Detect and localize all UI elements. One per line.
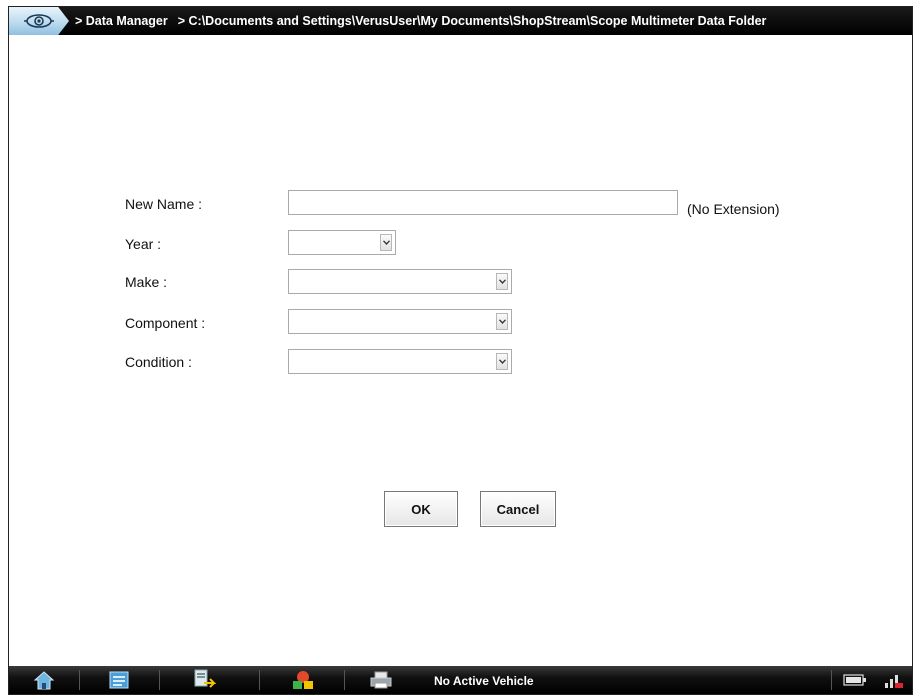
cancel-button[interactable]: Cancel [480, 491, 556, 527]
toolbar-list-button[interactable] [89, 666, 149, 694]
chevron-down-icon [382, 240, 390, 245]
component-dropdown-arrow[interactable] [496, 313, 508, 330]
tools-icon [293, 671, 313, 689]
new-name-label: New Name : [125, 196, 203, 212]
toolbar-separator [831, 670, 832, 690]
signal-indicator [875, 666, 911, 694]
ok-button[interactable]: OK [384, 491, 458, 527]
toolbar-separator [79, 670, 80, 690]
make-select[interactable] [288, 269, 512, 294]
year-select[interactable] [288, 230, 396, 255]
toolbar-data-button[interactable] [174, 666, 234, 694]
component-label: Component : [125, 315, 206, 331]
printer-icon [370, 671, 392, 689]
signal-icon [885, 675, 903, 688]
toolbar-home-button[interactable] [14, 666, 74, 694]
home-tab[interactable] [9, 7, 69, 35]
toolbar-print-button[interactable] [351, 666, 411, 694]
make-label: Make : [125, 274, 168, 290]
toolbar-separator [344, 670, 345, 690]
year-dropdown-arrow[interactable] [380, 234, 392, 251]
breadcrumb-data-manager[interactable]: > Data Manager [75, 14, 168, 28]
condition-select[interactable] [288, 349, 512, 374]
breadcrumb-folder-path: > C:\Documents and Settings\VerusUser\My… [177, 14, 767, 28]
title-bar: > Data Manager > C:\Documents and Setting… [9, 7, 912, 35]
toolbar-separator [159, 670, 160, 690]
vehicle-status: No Active Vehicle [434, 674, 534, 688]
battery-indicator [837, 666, 873, 694]
chevron-down-icon [498, 279, 506, 284]
data-icon [194, 669, 216, 688]
toolbar-tools-button[interactable] [273, 666, 333, 694]
chevron-down-icon [498, 319, 506, 324]
year-label: Year : [125, 236, 162, 252]
breadcrumb: > Data Manager > C:\Documents and Setting… [69, 14, 776, 28]
gear-eye-icon [24, 14, 54, 28]
condition-label: Condition : [125, 354, 192, 370]
condition-dropdown-arrow[interactable] [496, 353, 508, 370]
toolbar-separator [259, 670, 260, 690]
home-icon [33, 671, 55, 690]
no-extension-note: (No Extension) [687, 201, 780, 217]
bottom-toolbar: No Active Vehicle [9, 666, 912, 694]
component-select[interactable] [288, 309, 512, 334]
list-icon [109, 671, 129, 689]
battery-icon [843, 674, 866, 686]
app-window: > Data Manager > C:\Documents and Setting… [8, 6, 913, 695]
chevron-down-icon [498, 359, 506, 364]
new-name-input[interactable] [288, 190, 678, 215]
make-dropdown-arrow[interactable] [496, 273, 508, 290]
